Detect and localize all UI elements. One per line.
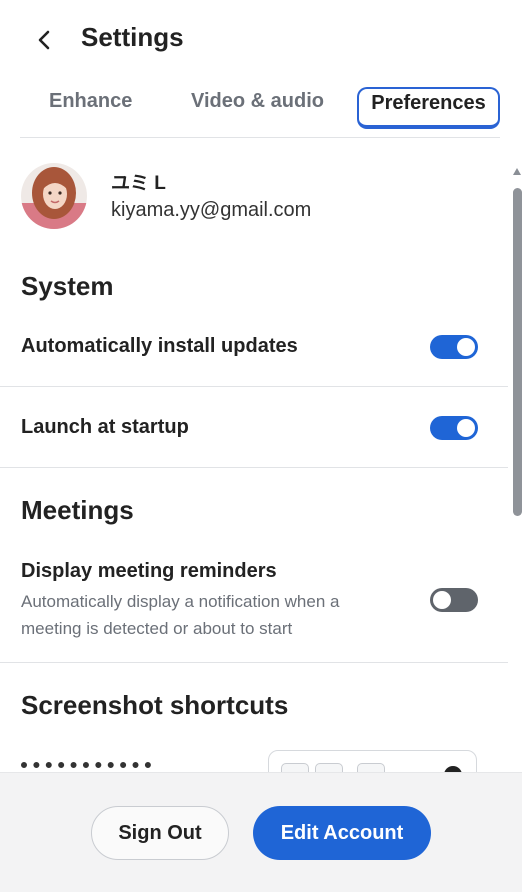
toggle-knob	[457, 338, 475, 356]
page-title: Settings	[81, 22, 184, 52]
auto-update-toggle[interactable]	[430, 335, 478, 359]
chevron-left-icon	[38, 30, 50, 50]
scroll-up-icon[interactable]	[513, 168, 521, 175]
meeting-reminders-description: Automatically display a notification whe…	[21, 592, 340, 638]
auto-update-label: Automatically install updates	[21, 335, 298, 357]
divider	[0, 662, 508, 663]
back-button[interactable]	[30, 26, 58, 54]
toggle-knob	[433, 591, 451, 609]
divider	[0, 467, 508, 468]
tab-enhance[interactable]: Enhance	[49, 90, 132, 113]
account-email: kiyama.yy@gmail.com	[111, 199, 312, 221]
launch-startup-toggle[interactable]	[430, 416, 478, 440]
toggle-knob	[457, 419, 475, 437]
footer: Sign Out Edit Account	[0, 772, 522, 892]
tabs-divider	[20, 137, 500, 138]
edit-account-button[interactable]: Edit Account	[253, 806, 431, 860]
tab-video-audio[interactable]: Video & audio	[191, 90, 324, 113]
section-title-screenshot: Screenshot shortcuts	[21, 690, 289, 720]
avatar	[21, 163, 87, 229]
shortcut-row-label-clipped	[21, 760, 161, 772]
divider	[0, 386, 508, 387]
header: Settings	[0, 0, 522, 80]
meeting-reminders-label: Display meeting reminders	[21, 560, 277, 582]
tab-preferences[interactable]: Preferences	[357, 87, 500, 129]
launch-startup-label: Launch at startup	[21, 416, 189, 438]
section-title-system: System	[21, 271, 114, 301]
section-title-meetings: Meetings	[21, 495, 134, 525]
meeting-reminders-toggle[interactable]	[430, 588, 478, 612]
sign-out-button[interactable]: Sign Out	[91, 806, 229, 860]
tab-bar: Enhance Video & audio Preferences	[0, 84, 522, 138]
account-name: ユミ L	[111, 173, 166, 194]
scrollbar-thumb[interactable]	[513, 188, 522, 516]
